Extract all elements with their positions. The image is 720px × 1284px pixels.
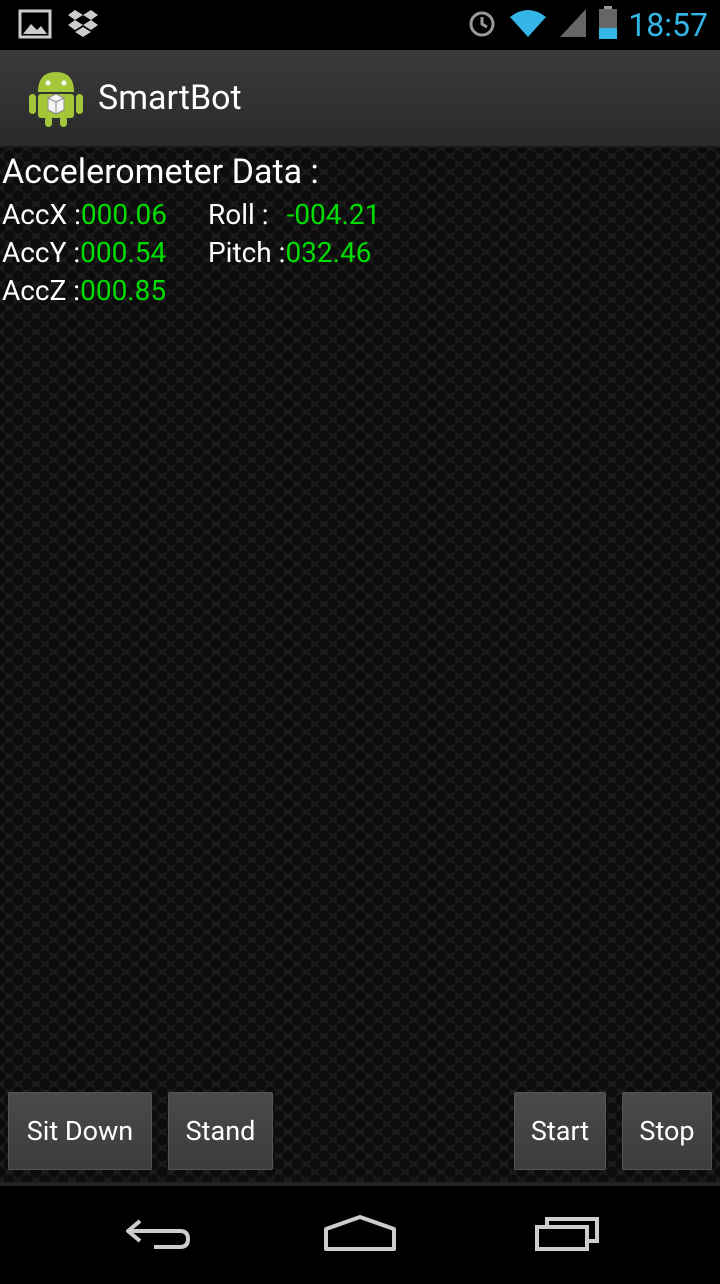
wifi-icon — [508, 7, 548, 43]
back-icon — [126, 1219, 190, 1249]
accz-value: 000.85 — [80, 274, 167, 307]
dropbox-icon — [66, 8, 100, 44]
main-content: Accelerometer Data : AccX :000.06 AccY :… — [0, 148, 720, 1182]
pitch-row: Pitch :032.46 — [208, 236, 372, 269]
system-icons: 18:57 — [466, 5, 708, 45]
accx-value: 000.06 — [80, 198, 167, 231]
navigation-bar — [0, 1182, 720, 1284]
accy-value: 000.54 — [80, 236, 167, 269]
recent-apps-button[interactable] — [518, 1208, 608, 1258]
status-bar: 18:57 — [0, 0, 720, 50]
accx-row: AccX :000.06 — [2, 198, 167, 231]
accy-label: AccY : — [2, 236, 81, 269]
accz-row: AccZ :000.85 — [2, 274, 166, 307]
roll-label: Roll : — [208, 198, 269, 231]
home-icon — [324, 1215, 396, 1251]
battery-icon — [598, 6, 618, 44]
alarm-icon — [466, 7, 498, 43]
app-title: SmartBot — [98, 78, 242, 118]
stop-button[interactable]: Stop — [622, 1092, 712, 1170]
image-notification-icon — [18, 8, 52, 44]
action-bar: SmartBot — [0, 50, 720, 148]
start-button[interactable]: Start — [514, 1092, 606, 1170]
accy-row: AccY :000.54 — [2, 236, 166, 269]
sit-down-button[interactable]: Sit Down — [8, 1092, 152, 1170]
pitch-label: Pitch : — [208, 236, 286, 269]
roll-value: -004.21 — [286, 198, 381, 231]
notification-icons — [18, 8, 100, 44]
pitch-value: 032.46 — [285, 236, 372, 269]
signal-icon — [558, 7, 588, 43]
android-icon — [29, 72, 83, 127]
stand-button[interactable]: Stand — [168, 1092, 273, 1170]
accelerometer-title: Accelerometer Data : — [2, 152, 319, 192]
accx-label: AccX : — [2, 198, 81, 231]
accz-label: AccZ : — [2, 274, 81, 307]
back-button[interactable] — [114, 1208, 204, 1258]
recent-apps-icon — [535, 1217, 599, 1251]
clock: 18:57 — [628, 6, 708, 44]
roll-row: Roll : -004.21 — [208, 198, 380, 231]
home-button[interactable] — [315, 1208, 405, 1258]
